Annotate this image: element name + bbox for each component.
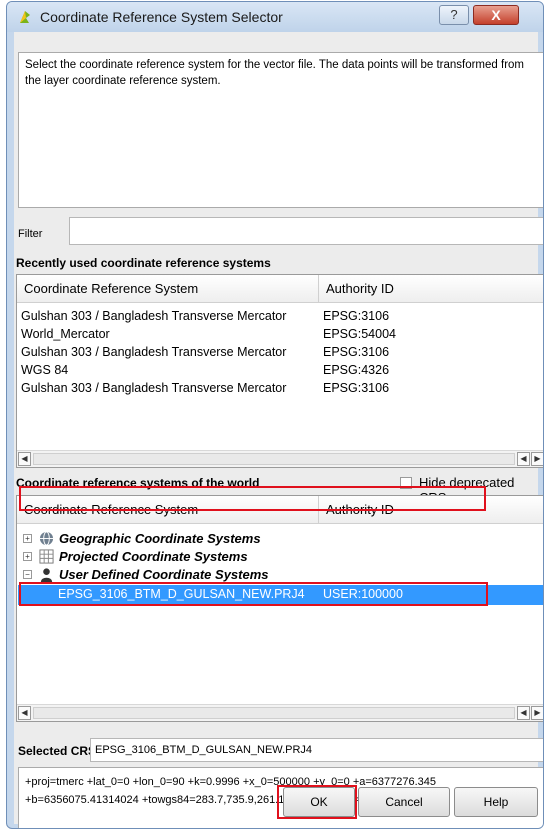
recent-col-crs-header[interactable]: Coordinate Reference System [17, 275, 319, 303]
expand-toggle-icon[interactable]: + [23, 552, 32, 561]
tree-node-projected[interactable]: + Projected Coordinate Systems [17, 548, 543, 566]
scroll-thumb[interactable] [33, 453, 515, 465]
selected-crs-label: Selected CRS: [18, 744, 101, 758]
tree-node-label[interactable]: Geographic Coordinate Systems [59, 531, 261, 546]
expand-toggle-icon[interactable]: + [23, 534, 32, 543]
scroll-right-button[interactable]: ▶ [531, 706, 543, 720]
tree-node-label[interactable]: User Defined Coordinate Systems [59, 567, 269, 582]
recent-horizontal-scrollbar[interactable]: ◀ ◀ ▶ [17, 450, 543, 467]
recent-row-id[interactable]: EPSG:3106 [323, 381, 389, 395]
recent-row-id[interactable]: EPSG:3106 [323, 345, 389, 359]
recent-row-id[interactable]: EPSG:4326 [323, 363, 389, 377]
recent-row-name[interactable]: Gulshan 303 / Bangladesh Transverse Merc… [21, 381, 286, 395]
grid-icon [39, 549, 54, 564]
help-button[interactable]: Help [454, 787, 538, 817]
help-title-button[interactable]: ? [439, 5, 469, 25]
filter-input[interactable] [69, 217, 543, 245]
ok-highlight-box [277, 785, 357, 819]
cancel-button[interactable]: Cancel [358, 787, 450, 817]
world-horizontal-scrollbar[interactable]: ◀ ◀ ▶ [17, 704, 543, 721]
recent-crs-table: Coordinate Reference System Authority ID… [16, 274, 543, 468]
scroll-left-button[interactable]: ◀ [517, 706, 530, 720]
collapse-toggle-icon[interactable]: − [23, 570, 32, 579]
selected-crs-field: EPSG_3106_BTM_D_GULSAN_NEW.PRJ4 [90, 738, 543, 762]
title-bar[interactable]: Coordinate Reference System Selector ? X [7, 2, 543, 32]
qgis-app-icon [20, 11, 30, 23]
dialog-body: Select the coordinate reference system f… [14, 32, 543, 828]
recent-row-id[interactable]: EPSG:54004 [323, 327, 396, 341]
globe-icon [39, 531, 54, 546]
recent-col-authority-header[interactable]: Authority ID [319, 275, 543, 303]
recent-row-name[interactable]: Gulshan 303 / Bangladesh Transverse Merc… [21, 345, 286, 359]
recent-crs-section-label: Recently used coordinate reference syste… [16, 256, 271, 270]
user-icon [40, 568, 53, 582]
recent-row-name[interactable]: World_Mercator [21, 327, 110, 341]
filter-label: Filter [18, 228, 43, 240]
world-crs-tree: Coordinate Reference System Authority ID… [16, 495, 543, 722]
scroll-right-button[interactable]: ▶ [531, 452, 543, 466]
recent-row-name[interactable]: WGS 84 [21, 363, 68, 377]
scroll-left-button[interactable]: ◀ [18, 452, 31, 466]
recent-row-id[interactable]: EPSG:3106 [323, 309, 389, 323]
tree-node-label[interactable]: Projected Coordinate Systems [59, 549, 248, 564]
header-highlight-box [19, 486, 486, 511]
crs-selector-dialog: Coordinate Reference System Selector ? X… [6, 1, 544, 829]
scroll-thumb[interactable] [33, 707, 515, 719]
description-text: Select the coordinate reference system f… [18, 52, 543, 208]
scroll-left-button[interactable]: ◀ [18, 706, 31, 720]
scroll-left-button[interactable]: ◀ [517, 452, 530, 466]
recent-row-name[interactable]: Gulshan 303 / Bangladesh Transverse Merc… [21, 309, 286, 323]
tree-node-geographic[interactable]: + Geographic Coordinate Systems [17, 530, 543, 548]
close-button[interactable]: X [473, 5, 519, 25]
window-title: Coordinate Reference System Selector [40, 9, 283, 25]
selection-highlight-box [19, 582, 488, 606]
